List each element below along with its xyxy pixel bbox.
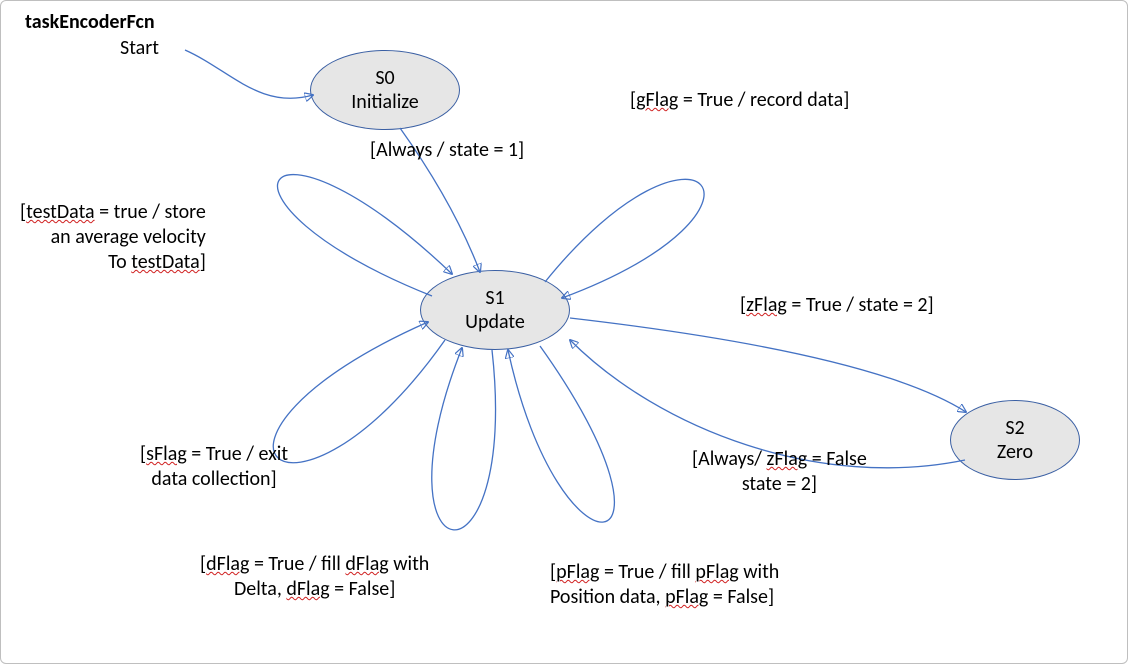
state-s1-name: Update: [465, 310, 525, 334]
label-zflag: [zFlag = True / state = 2]: [740, 293, 934, 318]
label-s2-to-s1: [Always/ zFlag = False state = 2]: [692, 447, 867, 497]
label-pflag: [pFlag = True / fill pFlag with Position…: [550, 560, 779, 610]
label-dflag: [dFlag = True / fill dFlag with Delta, d…: [200, 552, 429, 602]
state-s2-name: Zero: [997, 440, 1033, 464]
label-sflag: [sFlag = True / exit data collection]: [140, 442, 288, 492]
label-testdata: [testData = true / store an average velo…: [20, 200, 206, 275]
state-s1-update: S1 Update: [420, 270, 570, 350]
state-s0-id: S0: [375, 66, 394, 90]
state-s0-name: Initialize: [351, 90, 418, 114]
state-s2-zero: S2 Zero: [950, 400, 1080, 480]
start-label: Start: [120, 36, 159, 60]
diagram-title: taskEncoderFcn: [25, 10, 155, 34]
label-gflag: [gFlag = True / record data]: [630, 88, 849, 113]
label-s0-to-s1: [Always / state = 1]: [370, 138, 524, 163]
state-s1-id: S1: [485, 286, 504, 310]
state-s0-initialize: S0 Initialize: [310, 50, 460, 130]
state-s2-id: S2: [1005, 416, 1024, 440]
